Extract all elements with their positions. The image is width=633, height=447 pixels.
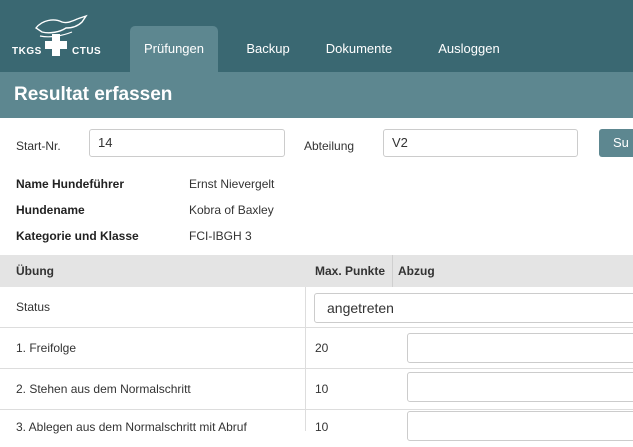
logo-text-left: TKGS xyxy=(12,46,42,57)
abzug-input[interactable] xyxy=(407,333,633,363)
abzug-input[interactable] xyxy=(407,411,633,441)
tab-label: Dokumente xyxy=(325,41,393,56)
exercise-label: 1. Freifolge xyxy=(16,341,77,355)
page-title: Resultat erfassen xyxy=(14,84,173,105)
column-divider xyxy=(392,255,393,287)
handler-name-value: Ernst Nievergelt xyxy=(189,177,275,191)
max-points: 20 xyxy=(315,341,329,355)
tab-backup[interactable]: Backup xyxy=(233,26,303,72)
dog-name-label: Hundename xyxy=(16,203,85,217)
cross-icon xyxy=(45,34,67,56)
abteilung-input[interactable]: V2 xyxy=(383,129,578,157)
tab-label: Backup xyxy=(246,41,290,56)
abteilung-label: Abteilung xyxy=(304,139,355,153)
logo-text-right: CTUS xyxy=(72,46,102,57)
exercise-label: 2. Stehen aus dem Normalschritt xyxy=(16,382,191,396)
abzug-input[interactable] xyxy=(407,372,633,402)
table-header: Übung Max. Punkte Abzug xyxy=(0,255,633,287)
column-header-abzug: Abzug xyxy=(398,264,435,278)
column-header-max-punkte: Max. Punkte xyxy=(315,264,386,278)
search-button[interactable]: Su xyxy=(599,129,633,157)
tab-dokumente[interactable]: Dokumente xyxy=(314,26,404,72)
page-header: Resultat erfassen xyxy=(0,72,633,118)
tab-pruefungen[interactable]: Prüfungen xyxy=(130,26,218,72)
category-class-value: FCI-IBGH 3 xyxy=(189,229,252,243)
top-nav: TKGS CTUS Prüfungen Backup Dokumente Aus… xyxy=(0,0,633,72)
status-select[interactable]: angetreten xyxy=(314,293,633,323)
handler-name-label: Name Hundeführer xyxy=(16,177,125,191)
max-points: 10 xyxy=(315,382,329,396)
status-label: Status xyxy=(16,300,51,314)
tkgs-ctus-logo[interactable]: TKGS CTUS xyxy=(12,14,112,64)
dog-name-value: Kobra of Baxley xyxy=(189,203,274,217)
column-header-uebung: Übung xyxy=(16,264,54,278)
tab-label: Ausloggen xyxy=(438,41,500,56)
category-class-label: Kategorie und Klasse xyxy=(16,229,139,243)
column-divider xyxy=(305,287,306,431)
tab-label: Prüfungen xyxy=(144,41,204,56)
exercise-label: 3. Ablegen aus dem Normalschritt mit Abr… xyxy=(16,420,247,434)
max-points: 10 xyxy=(315,420,329,434)
tab-ausloggen[interactable]: Ausloggen xyxy=(428,26,510,72)
start-nr-label: Start-Nr. xyxy=(16,139,61,153)
start-nr-input[interactable]: 14 xyxy=(89,129,285,157)
